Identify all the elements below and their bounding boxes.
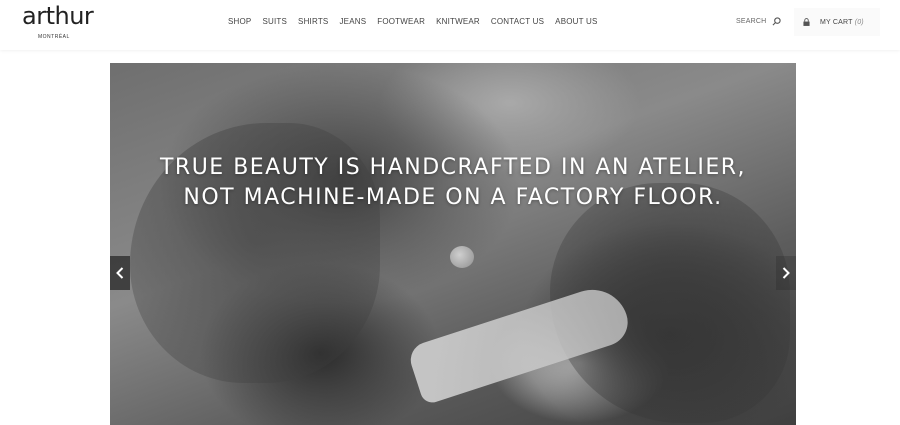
cart-label: MY CART (0): [820, 19, 864, 26]
lock-icon: [803, 18, 810, 26]
slider-next-button[interactable]: [776, 256, 796, 290]
nav-item-shirts[interactable]: SHIRTS: [298, 17, 328, 26]
search-label: SEARCH: [736, 18, 767, 25]
hero-image-button: [450, 246, 474, 268]
hero-caption: TRUE BEAUTY IS HANDCRAFTED IN AN ATELIER…: [110, 153, 796, 213]
chevron-right-icon: [782, 267, 790, 279]
nav-item-jeans[interactable]: JEANS: [339, 17, 366, 26]
nav-item-shop[interactable]: SHOP: [228, 17, 251, 26]
site-header: arthur MONTRÉAL SHOP SUITS SHIRTS JEANS …: [0, 0, 900, 50]
nav-item-knitwear[interactable]: KNITWEAR: [436, 17, 480, 26]
cart-button[interactable]: MY CART (0): [794, 8, 880, 36]
nav-item-about-us[interactable]: ABOUT US: [555, 17, 597, 26]
nav-item-footwear[interactable]: FOOTWEAR: [377, 17, 425, 26]
brand-logo[interactable]: arthur MONTRÉAL: [22, 2, 94, 44]
nav-item-suits[interactable]: SUITS: [262, 17, 287, 26]
search-button[interactable]: SEARCH: [736, 17, 782, 26]
cart-label-text: MY CART: [820, 18, 853, 26]
nav-item-contact-us[interactable]: CONTACT US: [491, 17, 544, 26]
main-nav: SHOP SUITS SHIRTS JEANS FOOTWEAR KNITWEA…: [228, 17, 609, 26]
chevron-left-icon: [116, 267, 124, 279]
cart-count: (0): [854, 18, 864, 26]
hero-caption-line-2: NOT MACHINE-MADE ON A FACTORY FLOOR.: [183, 185, 723, 210]
logo-wordmark: arthur: [22, 2, 94, 30]
hero-caption-line-1: TRUE BEAUTY IS HANDCRAFTED IN AN ATELIER…: [159, 155, 747, 180]
search-icon: [772, 17, 782, 26]
hero-slider: TRUE BEAUTY IS HANDCRAFTED IN AN ATELIER…: [110, 63, 796, 425]
slider-prev-button[interactable]: [110, 256, 130, 290]
logo-subtitle: MONTRÉAL: [38, 34, 70, 40]
